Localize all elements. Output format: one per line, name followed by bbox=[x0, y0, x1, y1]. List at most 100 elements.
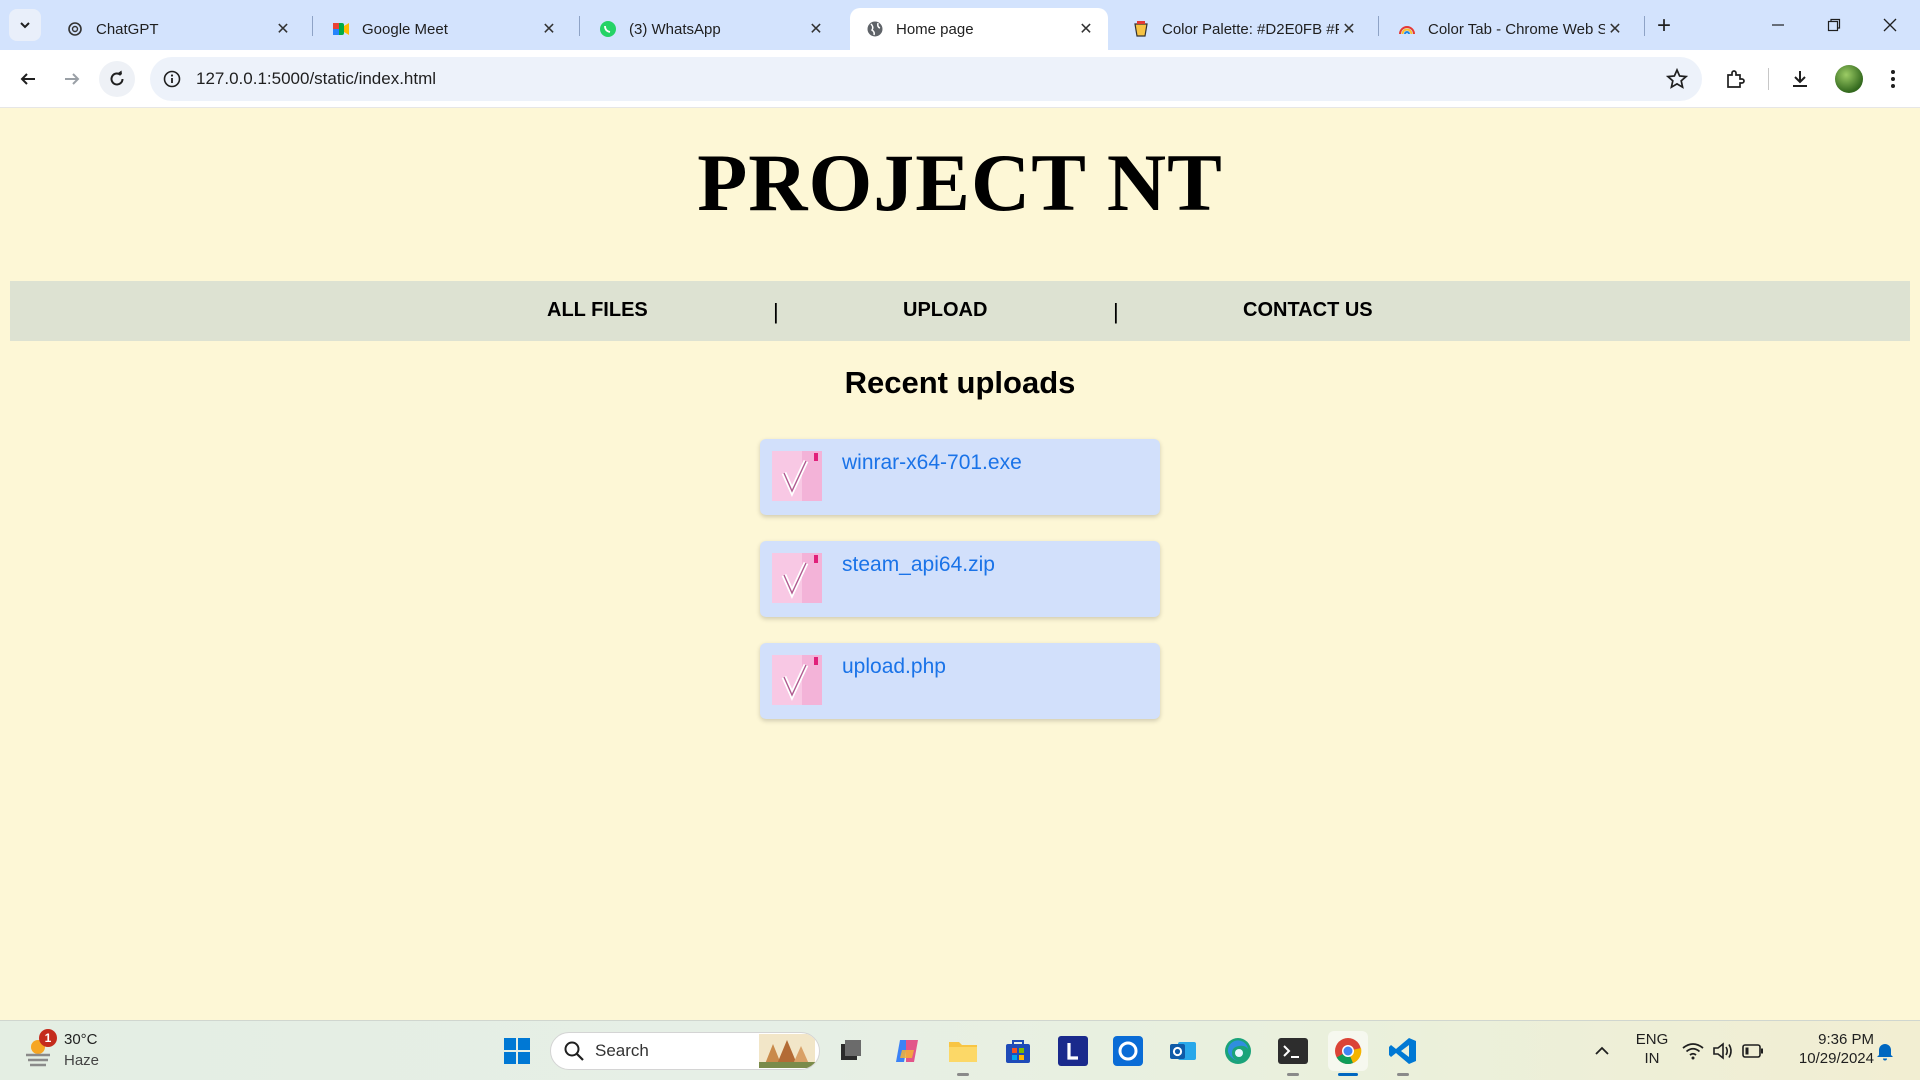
file-card[interactable]: winrar-x64-701.exe bbox=[760, 439, 1160, 515]
folder-icon bbox=[949, 1042, 977, 1062]
chevron-down-icon bbox=[20, 22, 30, 29]
battery-button[interactable] bbox=[1738, 1031, 1768, 1071]
clock[interactable]: 9:36 PM 10/29/2024 bbox=[1778, 1031, 1874, 1067]
downloads-button[interactable] bbox=[1782, 61, 1818, 97]
file-link[interactable]: steam_api64.zip bbox=[842, 553, 995, 577]
close-icon[interactable]: ✕ bbox=[1339, 19, 1359, 39]
copilot-button[interactable] bbox=[887, 1031, 927, 1071]
reload-button[interactable] bbox=[99, 61, 135, 97]
browser-toolbar: 127.0.0.1:5000/static/index.html bbox=[0, 50, 1920, 108]
tab-whatsapp[interactable]: (3) WhatsApp ✕ bbox=[583, 8, 838, 50]
tab-title: Color Tab - Chrome Web S bbox=[1428, 20, 1605, 38]
running-indicator bbox=[957, 1073, 969, 1076]
url-text[interactable]: 127.0.0.1:5000/static/index.html bbox=[196, 69, 436, 89]
task-view-button[interactable] bbox=[831, 1031, 871, 1071]
new-tab-button[interactable]: + bbox=[1650, 12, 1678, 40]
rainbow-icon bbox=[1398, 20, 1416, 38]
tab-color-palette[interactable]: Color Palette: #D2E0FB #FE ✕ bbox=[1116, 8, 1371, 50]
minimize-button[interactable] bbox=[1750, 0, 1806, 50]
google-meet-icon bbox=[332, 20, 350, 38]
tab-title: (3) WhatsApp bbox=[629, 20, 721, 38]
microsoft-store-button[interactable] bbox=[998, 1031, 1038, 1071]
speaker-icon bbox=[1713, 1042, 1732, 1060]
bookmark-star-icon[interactable] bbox=[1665, 67, 1689, 95]
arrow-left-icon bbox=[20, 73, 35, 85]
taskbar-search-box[interactable]: Search bbox=[550, 1032, 820, 1070]
close-icon[interactable]: ✕ bbox=[539, 19, 559, 39]
site-title: PROJECT NT bbox=[697, 137, 1223, 228]
search-highlight-image bbox=[759, 1034, 815, 1068]
chrome-button[interactable] bbox=[1328, 1031, 1368, 1071]
battery-icon bbox=[1742, 1044, 1763, 1058]
terminal-button[interactable] bbox=[1273, 1031, 1313, 1071]
language-indicator[interactable]: ENG IN bbox=[1632, 1031, 1672, 1067]
vscode-button[interactable] bbox=[1383, 1031, 1423, 1071]
tab-home-page[interactable]: Home page ✕ bbox=[850, 8, 1108, 50]
outlook-button[interactable] bbox=[1163, 1031, 1203, 1071]
tab-chatgpt[interactable]: ChatGPT ✕ bbox=[50, 8, 305, 50]
tab-google-meet[interactable]: Google Meet ✕ bbox=[316, 8, 571, 50]
download-icon bbox=[1793, 71, 1807, 87]
notifications-button[interactable] bbox=[1868, 1031, 1902, 1071]
site-info-icon[interactable] bbox=[150, 57, 194, 101]
language-code: ENG bbox=[1635, 1031, 1669, 1048]
clock-time: 9:36 PM bbox=[1818, 1031, 1874, 1048]
section-title: Recent uploads bbox=[844, 365, 1076, 400]
close-icon[interactable]: ✕ bbox=[273, 19, 293, 39]
weather-description[interactable]: Haze bbox=[64, 1052, 99, 1069]
nav-separator: | bbox=[773, 299, 779, 324]
forward-button[interactable] bbox=[54, 61, 90, 97]
ring-app-icon bbox=[1113, 1036, 1143, 1066]
tab-search-button[interactable] bbox=[9, 9, 41, 41]
close-icon[interactable]: ✕ bbox=[1605, 19, 1625, 39]
extensions-button[interactable] bbox=[1717, 61, 1753, 97]
arrow-right-icon bbox=[65, 73, 80, 85]
tab-title: ChatGPT bbox=[96, 20, 159, 38]
edge-button[interactable] bbox=[1218, 1031, 1258, 1071]
start-button[interactable] bbox=[497, 1031, 537, 1071]
l-app-button[interactable] bbox=[1053, 1031, 1093, 1071]
chatgpt-icon bbox=[66, 20, 84, 38]
toolbar-divider bbox=[1768, 68, 1769, 90]
wifi-button[interactable] bbox=[1678, 1031, 1708, 1071]
file-thumbnail-icon bbox=[772, 553, 822, 603]
chevron-up-icon bbox=[1595, 1046, 1609, 1055]
clock-date: 10/29/2024 bbox=[1798, 1050, 1874, 1067]
tab-title: Google Meet bbox=[362, 20, 448, 38]
show-hidden-icons-button[interactable] bbox=[1582, 1031, 1622, 1071]
file-card[interactable]: steam_api64.zip bbox=[760, 541, 1160, 617]
tab-color-tab[interactable]: Color Tab - Chrome Web S ✕ bbox=[1382, 8, 1637, 50]
l-app-icon bbox=[1058, 1036, 1088, 1066]
nav-separator: | bbox=[1113, 299, 1119, 324]
weather-temperature[interactable]: 30°C bbox=[64, 1031, 98, 1048]
nav-link-all-files[interactable]: ALL FILES bbox=[547, 299, 648, 322]
address-bar[interactable]: 127.0.0.1:5000/static/index.html bbox=[150, 57, 1702, 101]
tab-separator bbox=[1644, 16, 1645, 36]
active-indicator bbox=[1338, 1073, 1358, 1076]
file-link[interactable]: winrar-x64-701.exe bbox=[842, 451, 1022, 475]
file-card[interactable]: upload.php bbox=[760, 643, 1160, 719]
profile-avatar[interactable] bbox=[1835, 65, 1863, 93]
close-icon[interactable]: ✕ bbox=[1076, 19, 1096, 39]
minimize-icon bbox=[1772, 24, 1784, 26]
close-window-button[interactable] bbox=[1862, 0, 1918, 50]
task-view-icon bbox=[841, 1040, 861, 1060]
more-vert-icon bbox=[1891, 70, 1895, 88]
language-region: IN bbox=[1644, 1050, 1660, 1067]
nav-link-contact-us[interactable]: CONTACT US bbox=[1243, 299, 1373, 322]
restore-button[interactable] bbox=[1806, 0, 1862, 50]
cortana-button[interactable] bbox=[1108, 1031, 1148, 1071]
file-explorer-button[interactable] bbox=[943, 1031, 983, 1071]
back-button[interactable] bbox=[10, 61, 46, 97]
volume-button[interactable] bbox=[1708, 1031, 1738, 1071]
copilot-icon bbox=[896, 1040, 918, 1062]
outlook-icon bbox=[1170, 1042, 1196, 1060]
nav-link-upload[interactable]: UPLOAD bbox=[903, 299, 987, 322]
tab-title: Color Palette: #D2E0FB #FE bbox=[1162, 20, 1339, 38]
file-link[interactable]: upload.php bbox=[842, 655, 946, 679]
close-icon[interactable]: ✕ bbox=[806, 19, 826, 39]
reload-icon bbox=[110, 70, 124, 86]
chrome-menu-button[interactable] bbox=[1875, 61, 1911, 97]
tab-strip: ChatGPT ✕ Google Meet ✕ (3) WhatsApp ✕ H… bbox=[0, 0, 1920, 50]
bell-icon bbox=[1877, 1044, 1893, 1061]
